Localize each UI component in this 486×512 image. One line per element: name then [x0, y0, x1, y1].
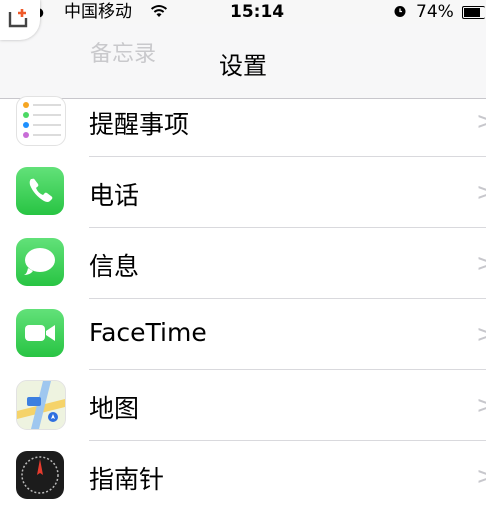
settings-row-compass[interactable]: 指南针 > [0, 442, 486, 512]
chevron-right-icon: > [476, 462, 486, 490]
row-separator [89, 156, 486, 157]
screenshot-edit-badge[interactable] [0, 0, 40, 40]
maps-icon [16, 380, 66, 430]
messages-icon [16, 238, 64, 286]
battery-percent: 74% [416, 2, 454, 22]
row-separator [89, 298, 486, 299]
chevron-right-icon: > [476, 391, 486, 419]
chevron-right-icon: > [476, 320, 486, 348]
phone-icon [16, 167, 64, 215]
crop-plus-icon [8, 9, 28, 28]
status-bar: ●● 中国移动 15:14 74% [0, 0, 486, 24]
wifi-icon [150, 5, 168, 17]
settings-row-label: 电话 [89, 181, 140, 210]
chevron-right-icon: > [476, 178, 486, 206]
settings-row-label: FaceTime [89, 318, 207, 347]
page-title: 设置 [219, 52, 267, 80]
settings-row-label: 地图 [89, 394, 140, 423]
settings-row-messages[interactable]: 信息 > [0, 229, 486, 299]
settings-row-label: 提醒事项 [89, 110, 190, 139]
compass-icon [16, 451, 64, 499]
row-separator [89, 440, 486, 441]
settings-row-phone[interactable]: 电话 > [0, 158, 486, 228]
chevron-right-icon: > [476, 107, 486, 135]
row-separator [89, 369, 486, 370]
battery-level [464, 8, 481, 17]
alarm-icon [394, 6, 406, 17]
settings-row-reminders[interactable]: 提醒事项 > [0, 87, 486, 157]
settings-row-label: 信息 [89, 252, 140, 281]
settings-row-facetime[interactable]: FaceTime > [0, 300, 486, 370]
carrier-name: 中国移动 [64, 2, 132, 22]
battery-icon [462, 6, 485, 19]
settings-row-label: 指南针 [89, 465, 165, 494]
facetime-icon [16, 309, 64, 357]
settings-row-maps[interactable]: 地图 > [0, 371, 486, 441]
chevron-right-icon: > [476, 249, 486, 277]
row-separator [89, 227, 486, 228]
reminders-icon [16, 96, 66, 146]
clock: 15:14 [230, 2, 285, 22]
